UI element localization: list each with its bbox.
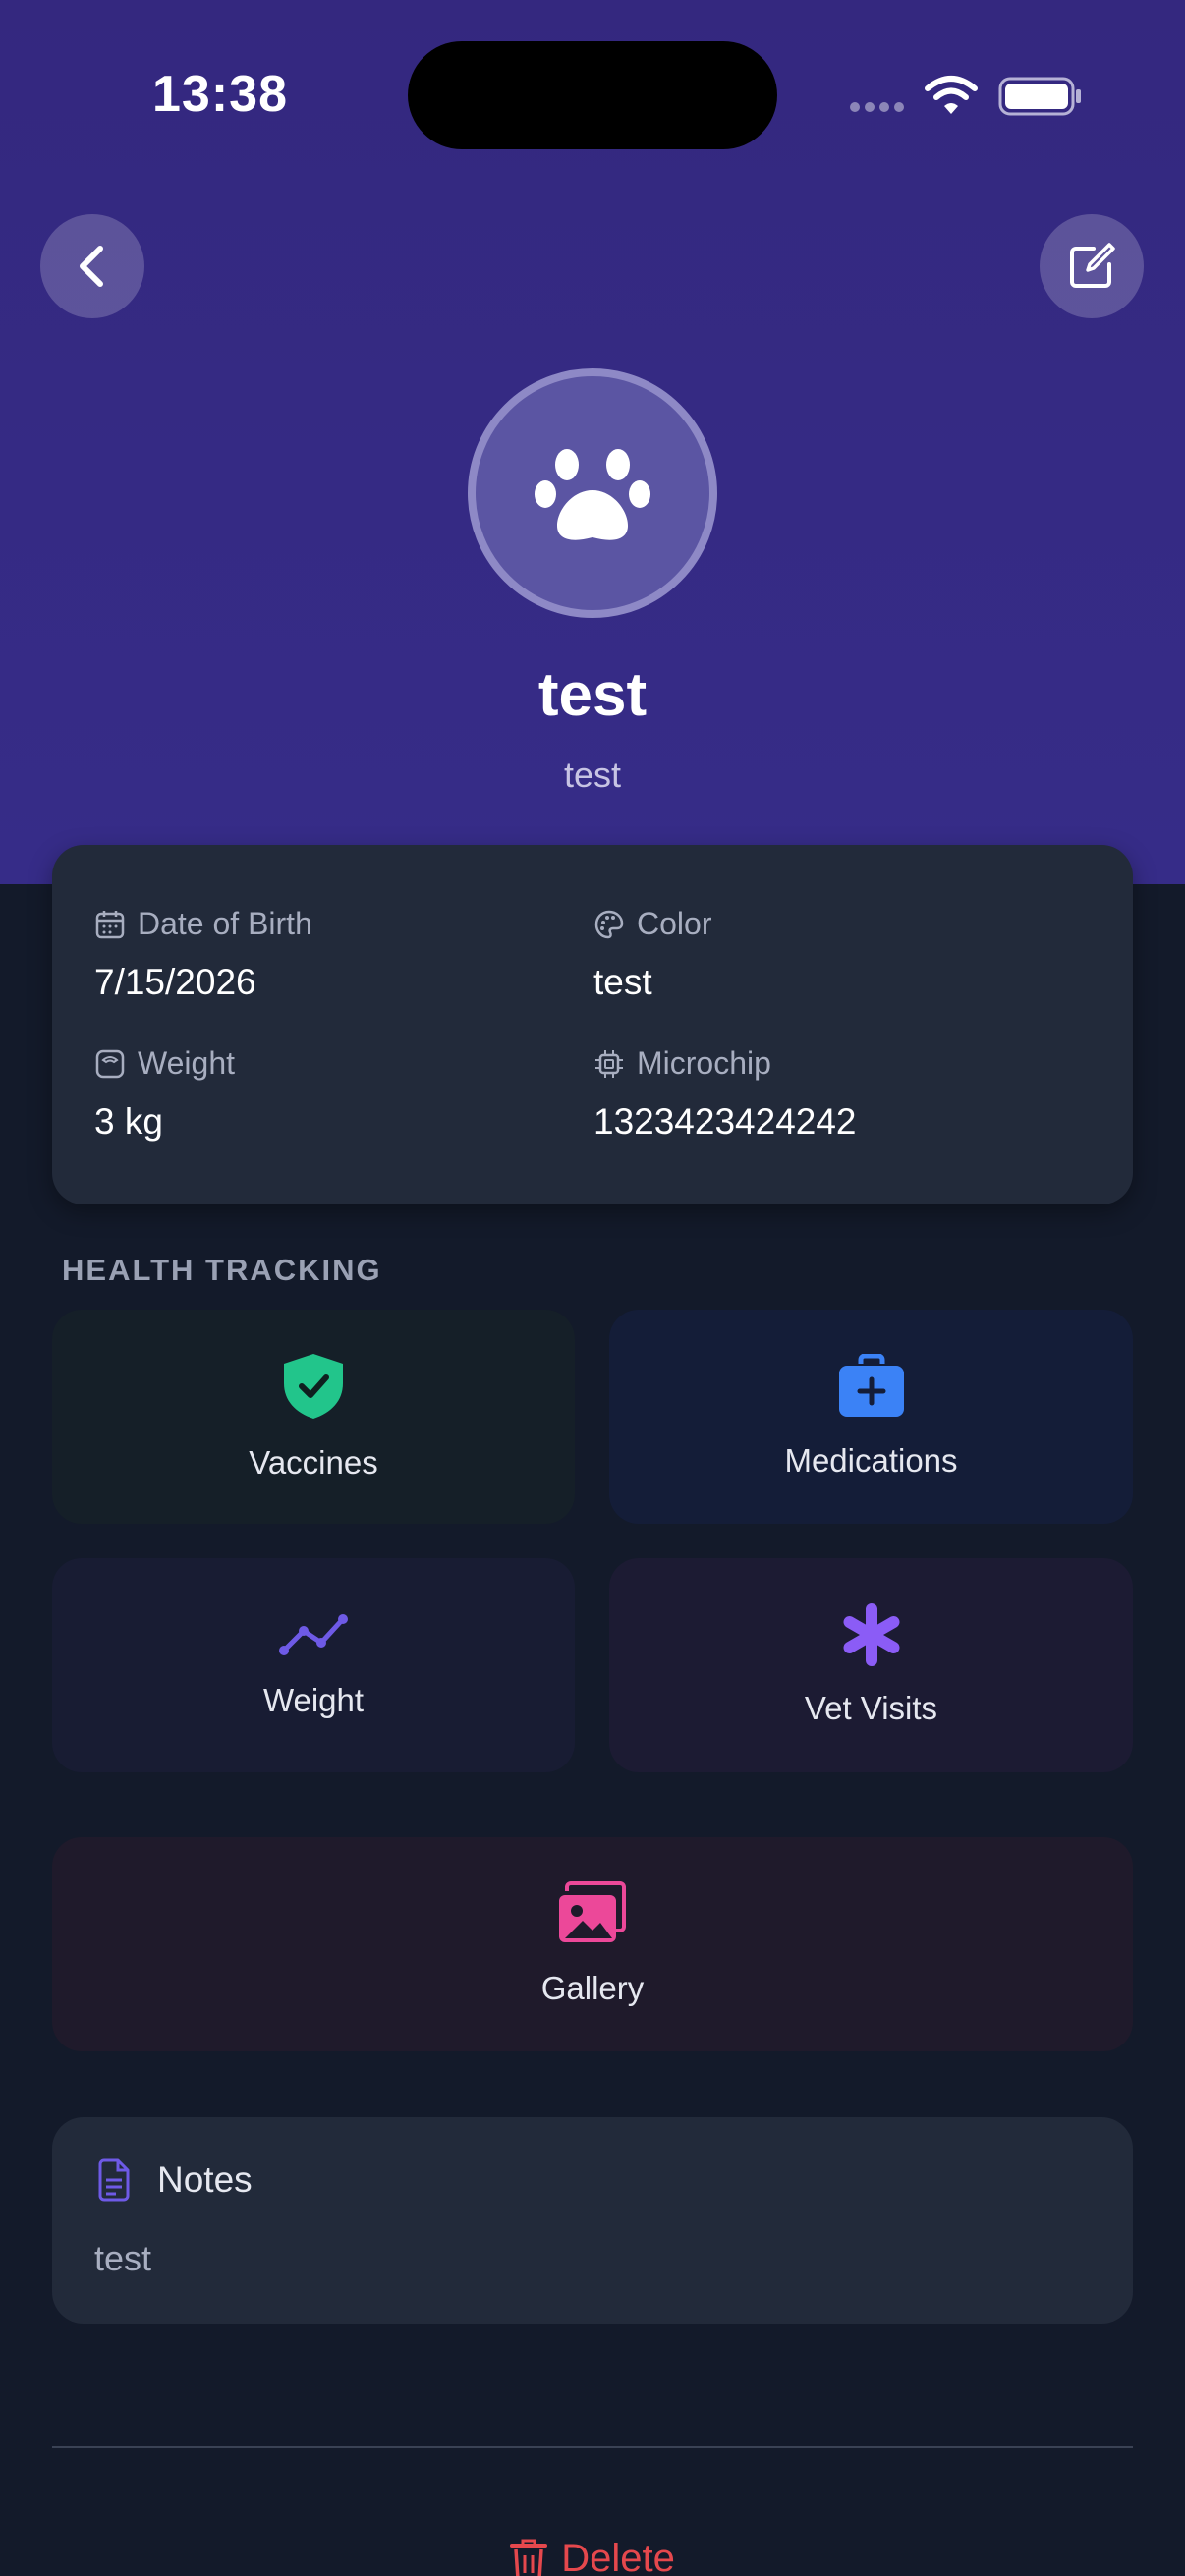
images-icon	[559, 1881, 626, 1942]
chip-icon	[595, 1049, 623, 1078]
weight-tile[interactable]: Weight	[52, 1558, 575, 1772]
medications-label: Medications	[784, 1442, 958, 1479]
color-value: test	[593, 962, 652, 1002]
pet-name: test	[537, 661, 648, 729]
shield-check-icon	[284, 1354, 343, 1419]
palette-icon	[594, 910, 624, 938]
trash-icon	[510, 2539, 548, 2576]
vet-visits-tile[interactable]: Vet Visits	[609, 1558, 1133, 1772]
delete-button[interactable]: Delete	[0, 2537, 1185, 2576]
vaccines-label: Vaccines	[249, 1444, 378, 1481]
pet-breed: test	[563, 755, 622, 795]
status-bar: 13:38	[0, 0, 1185, 196]
battery-icon	[998, 77, 1081, 116]
pet-avatar[interactable]	[468, 368, 717, 618]
calendar-icon	[95, 910, 125, 938]
weight-label: Weight	[138, 1045, 236, 1081]
dynamic-island	[408, 41, 777, 149]
color-field: Color test	[593, 906, 711, 1003]
vaccines-tile[interactable]: Vaccines	[52, 1310, 575, 1524]
dob-label: Date of Birth	[138, 906, 312, 941]
document-icon	[98, 2158, 130, 2202]
edit-icon	[1070, 243, 1115, 288]
gallery-tile[interactable]: Gallery	[52, 1837, 1133, 2051]
medkit-icon	[838, 1354, 904, 1417]
weight-field: Weight 3 kg	[94, 1045, 235, 1143]
notes-card[interactable]: Notes test	[52, 2117, 1133, 2324]
wifi-icon	[925, 76, 978, 114]
weight-value: 3 kg	[94, 1101, 163, 1142]
edit-button[interactable]	[1040, 214, 1144, 318]
health-section-title: HEALTH TRACKING	[62, 1253, 382, 1287]
divider	[52, 2446, 1133, 2448]
dob-value: 7/15/2026	[94, 962, 256, 1002]
gallery-label: Gallery	[540, 1970, 645, 2006]
delete-label: Delete	[561, 2537, 675, 2576]
cellular-signal-icon	[850, 102, 904, 112]
microchip-value: 1323423424242	[593, 1101, 857, 1142]
weight-tracking-label: Weight	[262, 1682, 365, 1718]
notes-text: test	[94, 2238, 152, 2278]
vet-visits-label: Vet Visits	[804, 1690, 938, 1726]
medications-tile[interactable]: Medications	[609, 1310, 1133, 1524]
trend-line-icon	[279, 1614, 348, 1655]
microchip-label: Microchip	[637, 1045, 771, 1081]
dob-field: Date of Birth 7/15/2026	[94, 906, 312, 1003]
scale-icon	[95, 1049, 125, 1078]
back-button[interactable]	[40, 214, 144, 318]
chevron-left-icon	[80, 246, 103, 287]
pet-details-card: Date of Birth 7/15/2026 Color test Weigh…	[52, 845, 1133, 1204]
status-time: 13:38	[152, 66, 288, 123]
paw-icon	[535, 449, 650, 540]
asterisk-icon	[843, 1603, 899, 1666]
microchip-field: Microchip 1323423424242	[593, 1045, 857, 1143]
notes-title: Notes	[157, 2159, 253, 2200]
color-label: Color	[637, 906, 712, 941]
